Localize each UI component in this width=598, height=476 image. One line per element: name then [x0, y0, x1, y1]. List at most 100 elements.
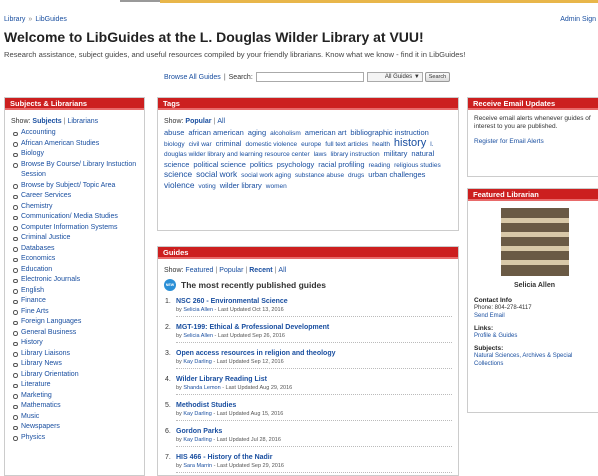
subject-list-item[interactable]: Communication/ Media Studies: [11, 212, 138, 223]
tag-link[interactable]: racial profiling: [318, 160, 364, 169]
subject-list-item[interactable]: Criminal Justice: [11, 233, 138, 244]
search-button[interactable]: Search: [424, 72, 451, 82]
subject-list-item[interactable]: Economics: [11, 254, 138, 265]
profile-guides-link[interactable]: Profile & Guides: [474, 333, 517, 339]
tag-link[interactable]: religious studies: [394, 162, 441, 169]
subject-list-item[interactable]: Computer Information Systems: [11, 223, 138, 234]
breadcrumb-library-link[interactable]: Library: [4, 16, 25, 23]
register-email-alerts-link[interactable]: Register for Email Alerts: [474, 138, 544, 145]
tag-link[interactable]: full text articles: [325, 141, 368, 148]
tag-link[interactable]: politics: [250, 160, 273, 169]
guide-author-link[interactable]: Selicia Allen: [183, 333, 213, 339]
tag-link[interactable]: alcoholism: [270, 130, 301, 137]
subject-list-item[interactable]: Newspapers: [11, 422, 138, 433]
subject-list-item[interactable]: Library Orientation: [11, 370, 138, 381]
tag-link[interactable]: history: [394, 137, 426, 149]
subject-list-item[interactable]: Chemistry: [11, 202, 138, 213]
tag-link[interactable]: civil war: [189, 141, 212, 148]
breadcrumb-libguides-link[interactable]: LibGuides: [35, 16, 67, 23]
tag-link[interactable]: social work aging: [241, 172, 291, 179]
send-email-link[interactable]: Send Email: [474, 313, 505, 319]
search-input[interactable]: [255, 72, 364, 82]
tag-link[interactable]: urban challenges: [368, 170, 425, 179]
librarian-subjects-link[interactable]: Natural Sciences, Archives & Special Col…: [474, 353, 572, 367]
tag-link[interactable]: health: [372, 141, 390, 148]
guide-title-link[interactable]: Open access resources in religion and th…: [176, 350, 452, 359]
subject-list-item[interactable]: Library News: [11, 359, 138, 370]
tag-link[interactable]: aging: [248, 128, 266, 137]
subject-list-item[interactable]: Music: [11, 412, 138, 423]
subject-list-item[interactable]: Electronic Journals: [11, 275, 138, 286]
tag-link[interactable]: voting: [198, 183, 215, 190]
tag-link[interactable]: african american: [188, 128, 243, 137]
guide-author-link[interactable]: Kay Darling: [183, 411, 211, 417]
tag-link[interactable]: substance abuse: [295, 172, 344, 179]
tag-link[interactable]: laws: [314, 151, 327, 158]
guide-title-link[interactable]: NSC 260 - Environmental Science: [176, 298, 452, 307]
subject-list-item[interactable]: Physics: [11, 433, 138, 444]
guide-author-link[interactable]: Shanda Lemon: [183, 385, 220, 391]
guide-title-link[interactable]: MGT-199: Ethical & Professional Developm…: [176, 324, 452, 333]
subject-list-item[interactable]: Education: [11, 265, 138, 276]
subject-list-item[interactable]: Foreign Languages: [11, 317, 138, 328]
tag-link[interactable]: psychology: [277, 160, 315, 169]
guides-featured-tab[interactable]: Featured: [185, 267, 213, 274]
tag-link[interactable]: abuse: [164, 128, 184, 137]
tag-link[interactable]: social work: [196, 169, 237, 179]
librarian-phone: Phone: 804-278-4117: [474, 305, 532, 311]
subject-list-item[interactable]: English: [11, 286, 138, 297]
subjects-tab-separator: |: [63, 118, 66, 125]
subject-list-item[interactable]: Browse By Course/ Library Instuction Ses…: [11, 160, 138, 181]
tag-link[interactable]: biology: [164, 141, 185, 148]
subject-list-item[interactable]: Accounting: [11, 128, 138, 139]
subject-list-item[interactable]: History: [11, 338, 138, 349]
tags-all-tab[interactable]: All: [217, 118, 225, 125]
subject-list-item[interactable]: General Business: [11, 328, 138, 339]
subject-list-item[interactable]: Library Liaisons: [11, 349, 138, 360]
subjects-heading: Subjects:: [474, 345, 504, 352]
tag-link[interactable]: library instruction: [331, 151, 380, 158]
subject-list-item[interactable]: Databases: [11, 244, 138, 255]
guide-title-link[interactable]: Gordon Parks: [176, 428, 452, 437]
guide-author-link[interactable]: Kay Darling: [183, 437, 211, 443]
subject-list-item[interactable]: Biology: [11, 149, 138, 160]
guides-recent-tab[interactable]: Recent: [249, 267, 272, 274]
tag-link[interactable]: bibliographic instruction: [350, 128, 428, 137]
tag-link[interactable]: domestic violence: [245, 141, 297, 148]
tags-popular-tab[interactable]: Popular: [185, 118, 211, 125]
subject-list-item[interactable]: Career Services: [11, 191, 138, 202]
subject-list-item[interactable]: Literature: [11, 380, 138, 391]
subject-list-item[interactable]: Finance: [11, 296, 138, 307]
guides-all-tab[interactable]: All: [278, 267, 286, 274]
guide-title-link[interactable]: HIS 466 - History of the Nadir: [176, 454, 452, 463]
search-scope-select[interactable]: All Guides ▼: [366, 72, 423, 82]
guide-list-item: 2. MGT-199: Ethical & Professional Develo…: [164, 324, 452, 343]
tag-link[interactable]: reading: [368, 162, 390, 169]
tag-link[interactable]: violence: [164, 180, 194, 190]
librarians-tab[interactable]: Librarians: [67, 118, 98, 125]
guide-title-link[interactable]: Methodist Studies: [176, 402, 452, 411]
tag-link[interactable]: wilder library: [220, 181, 262, 190]
browse-all-guides-link[interactable]: Browse All Guides: [164, 74, 221, 81]
tag-link[interactable]: europe: [301, 141, 321, 148]
subject-list-item[interactable]: Marketing: [11, 391, 138, 402]
guide-author-link[interactable]: Selicia Allen: [183, 307, 213, 313]
tag-link[interactable]: science: [164, 169, 192, 179]
subject-list-item[interactable]: Browse by Subject/ Topic Area: [11, 181, 138, 192]
guide-entry: NSC 260 - Environmental Science by Selici…: [176, 298, 452, 317]
tag-link[interactable]: military: [384, 149, 408, 158]
subject-list-item[interactable]: Mathematics: [11, 401, 138, 412]
subjects-tab[interactable]: Subjects: [32, 118, 61, 125]
tag-link[interactable]: criminal: [216, 139, 242, 148]
subject-list-item[interactable]: African American Studies: [11, 139, 138, 150]
tag-link[interactable]: women: [266, 183, 287, 190]
guide-author-link[interactable]: Sara Marrin: [183, 463, 212, 469]
subject-list-item[interactable]: Fine Arts: [11, 307, 138, 318]
guide-author-link[interactable]: Kay Darling: [183, 359, 211, 365]
tag-link[interactable]: political science: [193, 160, 246, 169]
tag-link[interactable]: american art: [305, 128, 347, 137]
guides-popular-tab[interactable]: Popular: [219, 267, 243, 274]
tag-link[interactable]: drugs: [348, 172, 364, 179]
guide-title-link[interactable]: Wilder Library Reading List: [176, 376, 452, 385]
admin-sign-in-link[interactable]: Admin Sign: [560, 16, 596, 23]
